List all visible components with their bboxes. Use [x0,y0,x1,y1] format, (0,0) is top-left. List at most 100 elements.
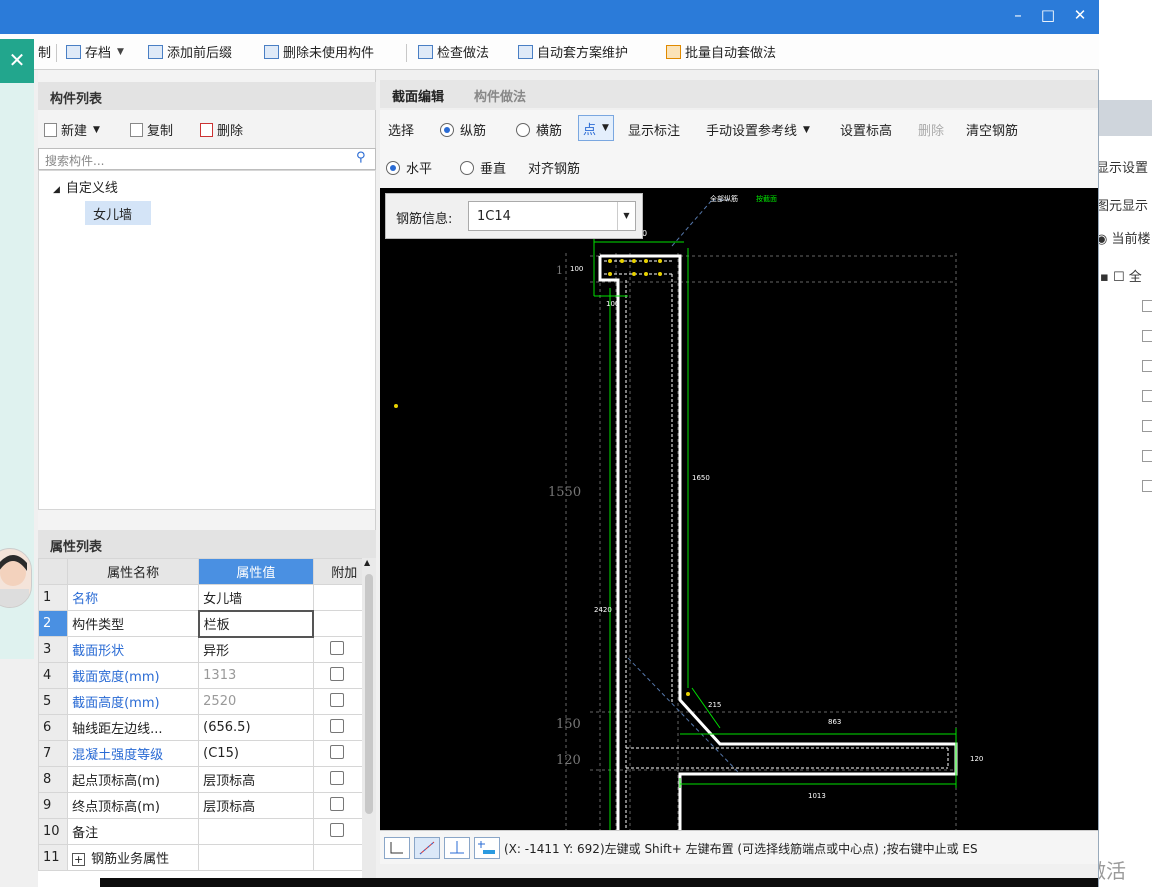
radio-vertical[interactable]: 垂直 [460,158,506,177]
check-method-button[interactable]: 检查做法 [418,42,489,61]
select-button[interactable]: 选择 [388,120,414,139]
property-name: 混凝土强度等级 [67,740,200,767]
batch-auto-button[interactable]: 批量自动套做法 [666,42,776,61]
tab-section-edit[interactable]: 截面编辑 [392,86,444,105]
scroll-thumb[interactable] [365,574,373,814]
tab-component-method[interactable]: 构件做法 [474,86,526,105]
property-value[interactable]: 层顶标高 [198,766,314,793]
extend-icon[interactable] [474,837,500,859]
table-row[interactable]: 7 混凝土强度等级 (C15) [37,740,377,767]
section-drawing: 全部纵筋 按截面 0 1 100 100 1550 1650 2420 215 … [394,194,983,830]
minimize-button[interactable]: – [1006,6,1030,24]
property-grid: 属性名称 属性值 附加 1 名称 女儿墙 2 构件类型 栏板 3 截面形状 异形 4 截面宽度(mm… [37,558,377,887]
property-value[interactable]: (656.5) [198,714,314,741]
property-value[interactable]: 2520 [198,688,314,715]
bg-checkbox[interactable] [1142,300,1152,312]
tree-item-parapet[interactable]: 女儿墙 [85,201,151,225]
close-icon[interactable]: ✕ [0,39,34,83]
bg-checkbox[interactable] [1142,480,1152,492]
clear-rebar-button[interactable]: 清空钢筋 [966,120,1018,139]
table-row[interactable]: 11 + 钢筋业务属性 [37,844,377,871]
table-row[interactable]: 9 终点顶标高(m) 层顶标高 [37,792,377,819]
property-name-text: 构件类型 [72,618,125,633]
delete-button[interactable]: 删除 [200,120,243,139]
copy-button[interactable]: 复制 [130,120,173,139]
tree-group[interactable]: ◢ 自定义线 [53,177,118,196]
property-value[interactable] [198,844,314,871]
collapse-icon[interactable]: ◢ [53,185,60,195]
section-canvas[interactable]: 全部纵筋 按截面 0 1 100 100 1550 1650 2420 215 … [380,188,1098,830]
radio-horizontal[interactable]: 水平 [386,158,432,177]
point-dropdown[interactable]: 点 ▼ [578,115,614,141]
all-label: ▪ ☐ 全 [1100,270,1142,285]
checkbox[interactable] [329,744,344,759]
property-value[interactable]: 层顶标高 [198,792,314,819]
save-button[interactable]: 存档 ▼ [66,42,124,61]
row-number: 3 [37,636,69,663]
status-text: (X: -1411 Y: 692)左键或 Shift+ 左键布置 (可选择线筋端… [504,842,978,856]
bg-checkbox[interactable] [1142,450,1152,462]
add-prefix-suffix-button[interactable]: 添加前后缀 [148,42,232,61]
manual-ref-button[interactable]: 手动设置参考线 ▼ [706,120,810,139]
table-row[interactable]: 5 截面高度(mm) 2520 [37,688,377,715]
auto-scheme-button[interactable]: 自动套方案维护 [518,42,628,61]
bg-checkbox[interactable] [1142,360,1152,372]
table-row[interactable]: 10 备注 [37,818,377,845]
property-value[interactable]: 女儿墙 [198,584,314,611]
property-value[interactable] [198,818,314,845]
bg-checkbox[interactable] [1142,420,1152,432]
toolbar-separator [406,44,407,62]
snap-line-icon[interactable] [414,837,440,859]
table-row[interactable]: 1 名称 女儿墙 [37,584,377,611]
checkbox[interactable] [329,822,344,837]
dim-150: 150 [556,717,581,732]
property-value[interactable]: 异形 [198,636,314,663]
chevron-down-icon[interactable]: ▼ [617,202,635,230]
scroll-up-icon[interactable]: ▲ [364,558,370,567]
checkbox[interactable] [329,770,344,785]
new-button[interactable]: 新建 ▼ [44,120,100,139]
rebar-points [394,259,690,696]
checkbox[interactable] [329,796,344,811]
close-button[interactable]: ✕ [1068,6,1092,24]
show-label-button[interactable]: 显示标注 [628,120,680,139]
new-icon [44,122,57,137]
rebar-info-select[interactable]: 1C14 ▼ [468,201,636,231]
orthogonal-mode-icon[interactable] [384,837,410,859]
property-value[interactable]: 栏板 [197,609,315,638]
table-row[interactable]: 2 构件类型 栏板 [37,609,377,638]
property-name: + 钢筋业务属性 [67,844,200,871]
property-value[interactable]: 1313 [198,662,314,689]
delete-unused-button[interactable]: 删除未使用构件 [264,42,374,61]
checkbox[interactable] [329,666,344,681]
chevron-down-icon: ▼ [117,46,124,57]
align-rebar-button[interactable]: 对齐钢筋 [528,158,580,177]
avatar[interactable] [0,548,32,608]
table-row[interactable]: 4 截面宽度(mm) 1313 [37,662,377,689]
property-scrollbar[interactable]: ▲ [362,558,376,887]
radio-icon [516,122,530,137]
drawing-header-green: 按截面 [756,194,777,203]
radio-longitudinal[interactable]: 纵筋 [440,120,486,139]
left-panel: 构件列表 新建 ▼ 复制 删除 搜索构件... ⚲ ◢ 自定义线 女儿墙 属性列表 … [37,70,377,887]
expand-icon[interactable]: + [72,853,86,866]
delete-rebar-button[interactable]: 删除 [918,120,944,139]
row-number: 10 [37,818,69,845]
table-row[interactable]: 3 截面形状 异形 [37,636,377,663]
maximize-button[interactable]: □ [1036,6,1060,24]
search-input[interactable]: 搜索构件... [38,148,376,170]
radio-transverse[interactable]: 横筋 [516,120,562,139]
table-row[interactable]: 8 起点顶标高(m) 层顶标高 [37,766,377,793]
checkbox[interactable] [329,640,344,655]
batch-icon [666,44,681,59]
bg-checkbox[interactable] [1142,330,1152,342]
bg-checkbox[interactable] [1142,390,1152,402]
table-row[interactable]: 6 轴线距左边线... (656.5) [37,714,377,741]
checkbox[interactable] [329,718,344,733]
perpendicular-icon[interactable] [444,837,470,859]
search-icon[interactable]: ⚲ [356,150,366,165]
property-value[interactable]: (C15) [198,740,314,767]
set-elevation-button[interactable]: 设置标高 [840,120,892,139]
checkbox[interactable] [329,692,344,707]
current-floor-label: ◉ 当前楼 [1096,232,1151,247]
